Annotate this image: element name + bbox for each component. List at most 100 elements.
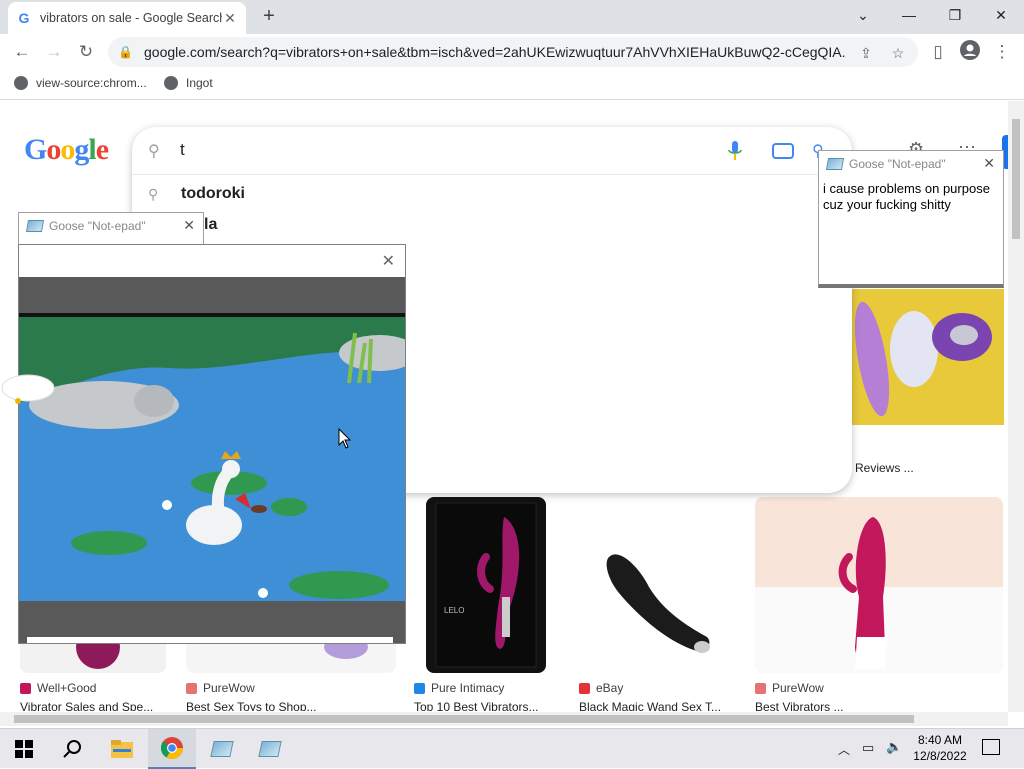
notepad-titlebar[interactable]: Goose "Not-epad" ✕ <box>819 151 1003 177</box>
source-label: PureWow <box>203 681 255 695</box>
popup-progress-bar <box>27 637 393 643</box>
globe-icon <box>14 76 28 90</box>
result-source[interactable]: PureWow <box>186 681 255 695</box>
suggestion-item[interactable]: ⚲ todoroki <box>132 178 852 210</box>
search-input[interactable]: t <box>180 140 185 160</box>
windows-taskbar: ︿ ▭ 🔈 8:40 AM 12/8/2022 <box>0 728 1024 769</box>
url-text[interactable]: google.com/search?q=vibrators+on+sale&tb… <box>144 44 846 60</box>
logo-letter: o <box>46 133 61 166</box>
bookmark-star-icon[interactable]: ☆ <box>888 43 908 63</box>
search-icon: ⚲ <box>148 143 160 160</box>
bookmark-ingot[interactable]: Ingot <box>164 76 213 90</box>
notepad-title: Goose "Not-epad" <box>49 219 146 233</box>
volume-icon[interactable]: 🔈 <box>886 739 902 755</box>
search-icon[interactable] <box>48 729 96 769</box>
result-thumbnail[interactable] <box>755 497 1003 673</box>
google-logo[interactable]: Google <box>24 133 109 167</box>
tab-google-search[interactable]: G vibrators on sale - Google Search ✕ <box>8 2 246 34</box>
forward-arrow-icon[interactable]: → <box>42 40 66 64</box>
result-thumbnail[interactable] <box>579 497 735 673</box>
notifications-icon[interactable] <box>982 739 1000 755</box>
search-input-row[interactable]: ⚲ t ⚲ <box>132 127 852 175</box>
desktop-goose-icon <box>1 374 55 404</box>
notepad-taskbar-icon[interactable] <box>198 729 246 769</box>
result-thumbnail[interactable]: LELO <box>426 497 546 673</box>
result-source[interactable]: Pure Intimacy <box>414 681 504 695</box>
logo-letter: G <box>24 133 47 166</box>
chrome-icon[interactable] <box>148 729 196 769</box>
browser-toolbar: ← → ↻ 🔒 google.com/search?q=vibrators+on… <box>0 34 1024 70</box>
source-label: Well+Good <box>37 681 97 695</box>
result-title[interactable]: Best Sex Toys to Shop... <box>186 700 386 711</box>
search-icon: ⚲ <box>148 185 159 202</box>
file-explorer-icon[interactable] <box>98 729 146 769</box>
horizontal-scrollbar[interactable] <box>0 712 1008 726</box>
result-source[interactable]: PureWow <box>755 681 824 695</box>
notepad-title: Goose "Not-epad" <box>849 157 946 171</box>
notepad-text[interactable]: i cause problems on purpose cuz your fuc… <box>823 181 999 213</box>
goose-notepad-window-left[interactable]: Goose "Not-epad" ✕ <box>18 212 204 246</box>
goose-notepad-window-right[interactable]: Goose "Not-epad" ✕ i cause problems on p… <box>818 150 1004 288</box>
bookmark-label: view-source:chrom... <box>36 76 147 90</box>
close-tab-icon[interactable]: ✕ <box>222 10 238 27</box>
result-title-partial[interactable]: Reviews ... <box>855 461 914 475</box>
result-title[interactable]: Vibrator Sales and Spe... <box>20 700 160 711</box>
result-source[interactable]: Well+Good <box>20 681 96 695</box>
vertical-scrollbar[interactable] <box>1008 101 1024 712</box>
tab-search-chevron-down-icon[interactable]: ⌄ <box>840 0 886 30</box>
suggestion-text: la <box>204 216 218 233</box>
result-title[interactable]: Best Vibrators ... <box>755 700 955 711</box>
new-tab-button[interactable]: + <box>258 6 280 28</box>
date-text: 12/8/2022 <box>913 749 967 763</box>
suggestion-text: todoroki <box>181 185 245 202</box>
lock-icon[interactable]: 🔒 <box>118 45 133 59</box>
source-label: PureWow <box>772 681 824 695</box>
close-icon[interactable]: ✕ <box>382 251 395 271</box>
back-arrow-icon[interactable]: ← <box>10 40 34 64</box>
source-favicon-icon <box>755 682 766 694</box>
product-brand-text: LELO <box>444 606 464 615</box>
globe-icon <box>164 76 178 90</box>
scroll-thumb[interactable] <box>14 715 914 723</box>
close-icon[interactable]: ✕ <box>183 217 195 234</box>
share-icon[interactable]: ⇪ <box>856 43 876 63</box>
side-panel-icon[interactable]: ▯ <box>926 40 950 64</box>
goose-pond-image <box>19 313 405 601</box>
google-favicon-icon: G <box>18 10 30 26</box>
address-bar[interactable]: 🔒 google.com/search?q=vibrators+on+sale&… <box>108 37 918 67</box>
result-title[interactable]: Black Magic Wand Sex T... <box>579 700 729 711</box>
close-icon[interactable]: ✕ <box>983 155 995 172</box>
result-title[interactable]: Top 10 Best Vibrators... <box>414 700 564 711</box>
restore-button[interactable]: ❐ <box>932 0 978 30</box>
reload-icon[interactable]: ↻ <box>74 40 98 64</box>
popup-titlebar[interactable]: ✕ <box>19 245 405 277</box>
camera-lens-icon[interactable] <box>772 143 794 159</box>
tab-title: vibrators on sale - Google Search <box>40 11 222 25</box>
network-icon[interactable]: ▭ <box>862 740 874 756</box>
bookmark-view-source[interactable]: view-source:chrom... <box>14 76 147 90</box>
scroll-thumb[interactable] <box>1012 119 1020 239</box>
source-label: Pure Intimacy <box>431 681 505 695</box>
source-favicon-icon <box>186 682 197 694</box>
notepad-taskbar-icon[interactable] <box>246 729 294 769</box>
bookmarks-bar: view-source:chrom... Ingot <box>0 70 1024 100</box>
logo-letter: e <box>95 133 109 166</box>
notepad-titlebar[interactable]: Goose "Not-epad" ✕ <box>19 213 203 239</box>
image-result-top-right[interactable] <box>852 289 1004 425</box>
chevron-up-icon[interactable]: ︿ <box>838 741 850 758</box>
mouse-cursor-icon <box>338 428 352 449</box>
notepad-icon <box>825 158 845 170</box>
close-window-button[interactable]: ✕ <box>978 0 1024 30</box>
logo-letter: o <box>60 133 75 166</box>
microphone-icon[interactable] <box>728 141 742 161</box>
profile-avatar-icon[interactable] <box>958 40 982 64</box>
source-favicon-icon <box>579 682 590 694</box>
chrome-menu-icon[interactable]: ⋮ <box>990 40 1014 64</box>
minimize-button[interactable]: — <box>886 0 932 30</box>
result-source[interactable]: eBay <box>579 681 623 695</box>
bookmark-label: Ingot <box>186 76 213 90</box>
start-windows-icon[interactable] <box>0 729 48 769</box>
suggestion-item[interactable]: ⚲ la <box>132 209 852 241</box>
clock[interactable]: 8:40 AM 12/8/2022 <box>912 732 968 764</box>
logo-letter: g <box>74 133 89 166</box>
